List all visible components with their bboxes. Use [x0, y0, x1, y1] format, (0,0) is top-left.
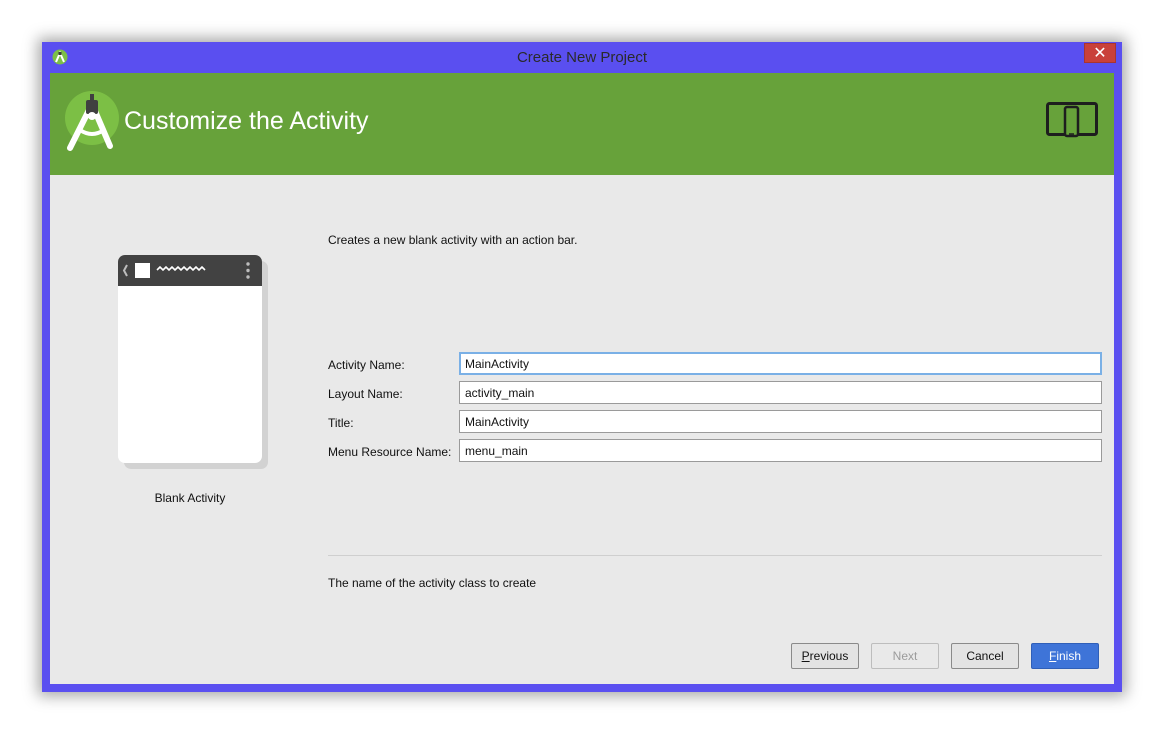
next-button[interactable]: Next — [871, 643, 939, 669]
activity-name-input[interactable] — [459, 352, 1102, 375]
template-caption: Blank Activity — [154, 491, 226, 505]
preview-action-bar — [118, 255, 262, 286]
menu-resource-name-input[interactable] — [459, 439, 1102, 462]
title-bar[interactable]: Create New Project ✕ — [42, 42, 1122, 73]
close-button[interactable]: ✕ — [1084, 43, 1116, 63]
page-title: Customize the Activity — [124, 107, 369, 135]
finish-label: inish — [1056, 649, 1082, 663]
action-bar-glyphs-icon — [122, 262, 250, 279]
title-input[interactable] — [459, 410, 1102, 433]
previous-mnemonic: P — [801, 649, 810, 663]
layout-name-label: Layout Name: — [328, 387, 403, 401]
previous-label: revious — [809, 649, 849, 663]
template-description: Creates a new blank activity with an act… — [328, 233, 578, 247]
phone-tablet-icon — [1046, 102, 1098, 138]
finish-button[interactable]: Finish — [1031, 643, 1099, 669]
blank-activity-preview[interactable] — [118, 255, 262, 463]
field-help-text: The name of the activity class to create — [328, 576, 537, 590]
window-title: Create New Project — [516, 49, 648, 66]
header-banner: Customize the Activity — [50, 73, 1114, 175]
layout-name-input[interactable] — [459, 381, 1102, 404]
dialog-content: Customize the Activity Blank Activity Cr… — [50, 73, 1114, 684]
create-project-window: Create New Project ✕ Customize the Activ… — [42, 42, 1122, 692]
previous-button[interactable]: Previous — [791, 643, 859, 669]
android-studio-logo-icon — [65, 91, 119, 151]
title-label: Title: — [328, 416, 354, 430]
divider — [328, 555, 1102, 556]
menu-resource-name-label: Menu Resource Name: — [328, 445, 452, 459]
cancel-button[interactable]: Cancel — [951, 643, 1019, 669]
activity-name-label: Activity Name: — [328, 358, 405, 372]
